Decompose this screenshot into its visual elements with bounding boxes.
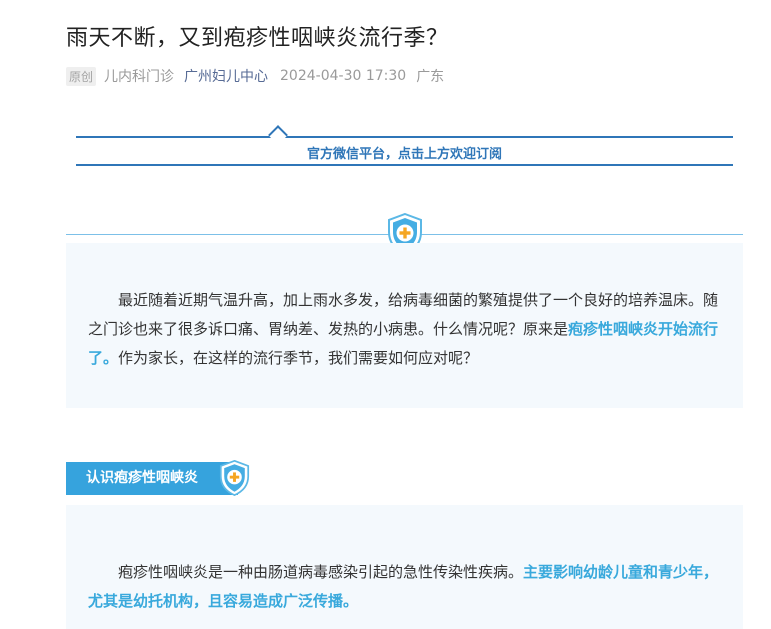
account-name-link[interactable]: 广州妇儿中心 (184, 66, 268, 86)
author-name: 儿内科门诊 (104, 69, 175, 85)
section-paragraph: 疱疹性咽峡炎是一种由肠道病毒感染引起的急性传染性疾病。主要影响幼龄儿童和青少年，… (66, 505, 743, 616)
publish-location: 广东 (416, 69, 445, 85)
section-heading: 认识疱疹性咽峡炎 (86, 470, 198, 486)
section-text: 疱疹性咽峡炎是一种由肠道病毒感染引起的急性传染性疾病。 (118, 563, 524, 581)
intro-text-after: 作为家长，在这样的流行季节，我们需要如何应对呢？ (118, 349, 479, 367)
subscribe-banner-bottom-line (76, 164, 733, 166)
intro-box: 最近随着近期气温升高，加上雨水多发，给病毒细菌的繁殖提供了一个良好的培养温床。随… (66, 243, 743, 408)
subscribe-banner-top-line (76, 136, 733, 138)
intro-paragraph: 最近随着近期气温升高，加上雨水多发，给病毒细菌的繁殖提供了一个良好的培养温床。随… (66, 243, 743, 373)
section-heading-tag: 认识疱疹性咽峡炎 (66, 462, 238, 495)
original-badge: 原创 (66, 66, 97, 86)
subscribe-banner-notch (268, 125, 288, 145)
article-meta: 原创 儿内科门诊 广州妇儿中心 2024-04-30 17:30 广东 (66, 66, 444, 86)
publish-datetime: 2024-04-30 17:30 (280, 68, 407, 84)
subscribe-banner-text[interactable]: 官方微信平台，点击上方欢迎订阅 (76, 143, 733, 162)
shield-plus-icon (219, 460, 250, 496)
section-box: 疱疹性咽峡炎是一种由肠道病毒感染引起的急性传染性疾病。主要影响幼龄儿童和青少年，… (66, 505, 743, 629)
article-title: 雨天不断，又到疱疹性咽峡炎流行季？ (66, 26, 449, 51)
